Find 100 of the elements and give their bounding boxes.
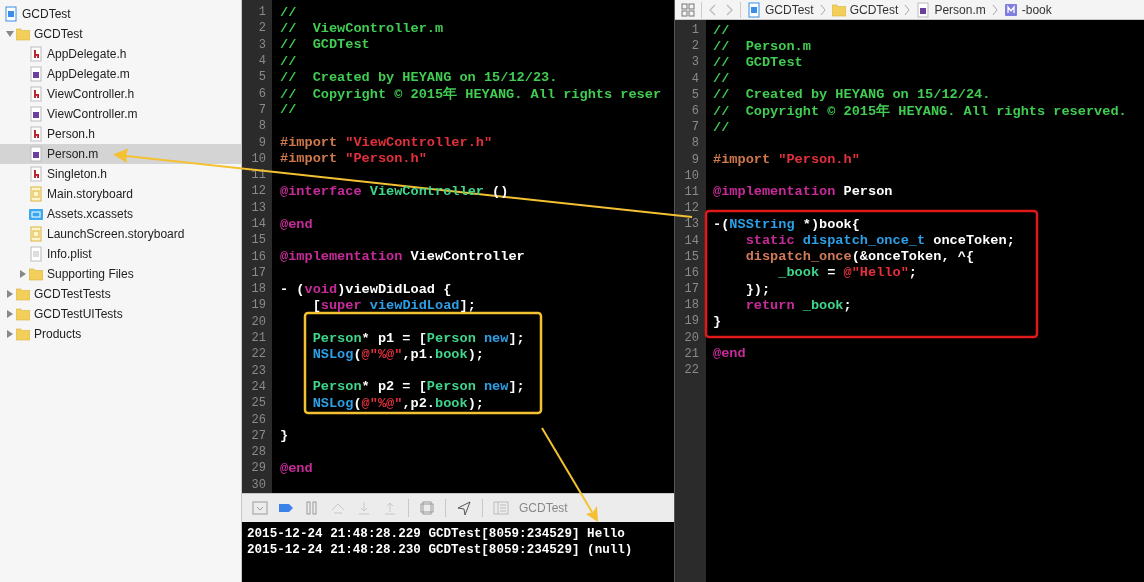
line-number: 12 bbox=[250, 184, 266, 199]
line-number: 5 bbox=[257, 70, 266, 85]
code-line: // Copyright © 2015年 HEYANG. All rights reserved. bbox=[713, 102, 1127, 121]
code-line: NSLog(@"%@",p2.book); bbox=[311, 395, 484, 411]
line-number: 17 bbox=[683, 282, 699, 297]
console-line: 2015-12-24 21:48:28.230 GCDTest[8059:234529] (null) bbox=[247, 542, 634, 558]
view-hierarchy-icon[interactable] bbox=[419, 500, 435, 516]
folder-icon bbox=[16, 26, 30, 42]
header-file-icon bbox=[29, 166, 43, 182]
breadcrumb-item[interactable]: Person.m bbox=[916, 1, 986, 18]
line-number: 3 bbox=[257, 37, 266, 52]
line-number: 27 bbox=[250, 428, 266, 443]
pause-icon[interactable] bbox=[304, 500, 320, 516]
navigator-item[interactable]: GCDTest bbox=[0, 24, 241, 44]
chevron-icon bbox=[904, 2, 911, 17]
step-into-icon[interactable] bbox=[356, 500, 372, 516]
project-file-icon bbox=[4, 6, 18, 22]
code-line: } bbox=[713, 313, 722, 329]
hide-panel-icon[interactable] bbox=[252, 500, 268, 516]
line-number: 30 bbox=[250, 477, 266, 492]
navigator-item[interactable]: GCDTestUITests bbox=[0, 304, 241, 324]
location-arrow-icon[interactable] bbox=[456, 500, 472, 516]
disclosure-triangle-icon[interactable] bbox=[6, 330, 14, 338]
line-number: 21 bbox=[250, 331, 266, 346]
plist-file-icon bbox=[29, 246, 43, 262]
grid-icon[interactable] bbox=[681, 2, 695, 17]
line-number: 15 bbox=[250, 233, 266, 248]
folder-icon bbox=[831, 1, 846, 18]
navigator-item[interactable]: Products bbox=[0, 324, 241, 344]
navigator-item[interactable]: AppDelegate.m bbox=[0, 64, 241, 84]
forward-icon[interactable] bbox=[724, 2, 734, 17]
line-number: 8 bbox=[257, 119, 266, 134]
line-number: 25 bbox=[250, 396, 266, 411]
breadcrumb-item[interactable]: -book bbox=[1003, 1, 1052, 18]
navigator-item[interactable]: Person.h bbox=[0, 124, 241, 144]
line-number: 2 bbox=[690, 39, 699, 54]
disclosure-triangle-icon[interactable] bbox=[6, 310, 14, 318]
line-number: 7 bbox=[257, 102, 266, 117]
navigator-item[interactable]: Supporting Files bbox=[0, 264, 241, 284]
code-line: dispatch_once(&onceToken, ^{ bbox=[744, 249, 975, 265]
disclosure-triangle-icon[interactable] bbox=[6, 290, 14, 298]
line-number: 13 bbox=[683, 217, 699, 232]
breadcrumb-item[interactable]: GCDTest bbox=[831, 1, 899, 18]
folder-icon bbox=[16, 326, 30, 342]
step-out-icon[interactable] bbox=[382, 500, 398, 516]
navigator-item[interactable]: AppDelegate.h bbox=[0, 44, 241, 64]
navigator-item[interactable]: ViewController.m bbox=[0, 104, 241, 124]
navigator-item[interactable]: Assets.xcassets bbox=[0, 204, 241, 224]
code-line: // Person.m bbox=[713, 38, 811, 54]
line-number: 6 bbox=[257, 86, 266, 101]
code-line: Person* p2 = [Person new]; bbox=[311, 379, 525, 395]
navigator-item[interactable]: GCDTest bbox=[0, 4, 241, 24]
line-number: 14 bbox=[683, 233, 699, 248]
line-number: 1 bbox=[690, 23, 699, 38]
navigator-item[interactable]: LaunchScreen.storyboard bbox=[0, 224, 241, 244]
line-number: 28 bbox=[250, 445, 266, 460]
code-line: @implementation ViewController bbox=[280, 249, 525, 265]
line-number: 21 bbox=[683, 346, 699, 361]
code-line: -(NSString *)book{ bbox=[713, 216, 860, 232]
code-line: // bbox=[713, 119, 730, 135]
line-number: 8 bbox=[690, 136, 699, 151]
navigator-item[interactable]: GCDTestTests bbox=[0, 284, 241, 304]
navigator-item[interactable]: ViewController.h bbox=[0, 84, 241, 104]
code-line: _book = @"Hello"; bbox=[777, 265, 917, 281]
line-number: 14 bbox=[250, 217, 266, 231]
line-number: 18 bbox=[683, 298, 699, 313]
code-line: // ViewController.m bbox=[280, 20, 444, 36]
navigator-item[interactable]: Main.storyboard bbox=[0, 184, 241, 204]
code-line: // bbox=[713, 71, 730, 87]
frame-list-icon[interactable] bbox=[493, 500, 509, 516]
disclosure-triangle-icon[interactable] bbox=[6, 30, 14, 38]
code-line: #import "Person.h" bbox=[713, 152, 860, 168]
disclosure-triangle-icon[interactable] bbox=[19, 270, 27, 278]
console-line: 2015-12-24 21:48:28.229 GCDTest[8059:234529] Hello bbox=[247, 526, 626, 542]
source-file-icon bbox=[29, 66, 43, 82]
asset-catalog-icon bbox=[29, 206, 43, 222]
line-number: 26 bbox=[250, 412, 266, 427]
line-number: 17 bbox=[250, 265, 266, 280]
header-file-icon bbox=[29, 86, 43, 102]
navigator-item[interactable]: Singleton.h bbox=[0, 164, 241, 184]
navigator-item[interactable]: Person.m bbox=[0, 144, 241, 164]
navigator-item[interactable]: Info.plist bbox=[0, 244, 241, 264]
chevron-icon bbox=[991, 2, 998, 17]
code-line: @end bbox=[280, 460, 313, 476]
code-line: @end bbox=[280, 216, 313, 232]
source-file-icon bbox=[29, 106, 43, 122]
breadcrumb-item[interactable]: GCDTest bbox=[747, 1, 814, 18]
line-number: 11 bbox=[683, 184, 699, 199]
folder-icon bbox=[29, 266, 43, 282]
code-line: // bbox=[713, 22, 730, 38]
line-number: 23 bbox=[250, 363, 266, 378]
code-line: NSLog(@"%@",p1.book); bbox=[311, 346, 484, 362]
line-number: 22 bbox=[250, 347, 266, 362]
chevron-icon bbox=[819, 2, 826, 17]
code-line: [super viewDidLoad]; bbox=[311, 298, 476, 313]
code-line: @end bbox=[713, 346, 746, 362]
code-line: }); bbox=[744, 281, 771, 297]
line-number: 9 bbox=[257, 135, 266, 150]
back-icon[interactable] bbox=[708, 2, 718, 17]
target-name: GCDTest bbox=[519, 501, 568, 515]
